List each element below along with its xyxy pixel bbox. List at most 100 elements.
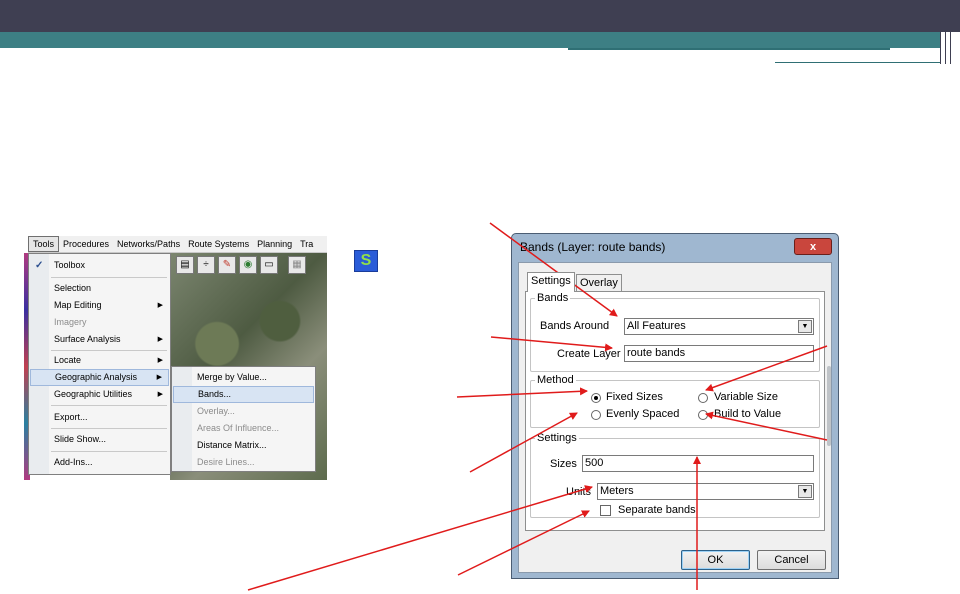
dialog-body: Settings Overlay Bands Bands Around All … [518, 262, 832, 573]
menu-item-label: Geographic Analysis [55, 372, 138, 382]
menu-item-label: Add-Ins... [54, 457, 93, 467]
menu-item-slide-show[interactable]: Slide Show... [30, 431, 169, 448]
cancel-button[interactable]: Cancel [757, 550, 826, 570]
radio-build-to-value[interactable] [698, 410, 708, 420]
bands-around-value: All Features [627, 320, 686, 332]
menu-item-label: Merge by Value... [197, 372, 267, 382]
menu-planning[interactable]: Planning [253, 236, 296, 252]
radio-fixed-sizes[interactable] [591, 393, 601, 403]
menu-item-label: Surface Analysis [54, 334, 121, 344]
fraction-icon[interactable]: ÷ [197, 256, 215, 274]
menu-item-geographic-utilities[interactable]: Geographic Utilities ▶ [30, 386, 169, 403]
bands-around-label: Bands Around [540, 320, 610, 332]
menu-procedures[interactable]: Procedures [59, 236, 113, 252]
variable-size-label: Variable Size [714, 391, 778, 403]
menu-separator [51, 277, 167, 278]
pencil-icon[interactable]: ✎ [218, 256, 236, 274]
bands-tool-icon[interactable]: S [354, 250, 378, 272]
menu-item-label: Areas Of Influence... [197, 423, 280, 433]
separate-bands-label: Separate bands [618, 504, 696, 516]
ok-button[interactable]: OK [681, 550, 750, 570]
units-select[interactable]: Meters ▼ [597, 483, 814, 500]
submenu-arrow-icon: ▶ [156, 374, 162, 381]
separate-bands-checkbox[interactable] [600, 505, 611, 516]
tab-overlay[interactable]: Overlay [576, 274, 622, 291]
build-to-value-label: Build to Value [714, 408, 782, 420]
menu-separator [51, 405, 167, 406]
tab-settings[interactable]: Settings [527, 272, 575, 292]
rectangle-icon[interactable]: ▭ [260, 256, 278, 274]
table-icon[interactable]: ▤ [176, 256, 194, 274]
menu-networks-paths[interactable]: Networks/Paths [113, 236, 184, 252]
menu-item-merge-by-value[interactable]: Merge by Value... [173, 369, 314, 386]
globe-icon[interactable]: ◉ [239, 256, 257, 274]
menu-item-areas-of-influence: Areas Of Influence... [173, 420, 314, 437]
submenu-arrow-icon: ▶ [157, 357, 163, 364]
chevron-down-icon[interactable]: ▼ [798, 485, 812, 498]
menu-item-label: Export... [54, 412, 88, 422]
menu-item-label: Map Editing [54, 300, 102, 310]
menu-item-map-editing[interactable]: Map Editing ▶ [30, 297, 169, 314]
radio-evenly-spaced[interactable] [591, 410, 601, 420]
menu-tools[interactable]: Tools [28, 236, 60, 252]
header-decor-line [950, 0, 951, 64]
menu-item-label: Bands... [198, 389, 232, 399]
units-label: Units [566, 486, 592, 498]
menu-item-label: Desire Lines... [197, 457, 255, 467]
bands-group-legend: Bands [537, 292, 569, 304]
menu-route-systems[interactable]: Route Systems [184, 236, 253, 252]
radio-variable-size[interactable] [698, 393, 708, 403]
slide-header-bar [0, 0, 960, 32]
units-value: Meters [600, 485, 634, 497]
fixed-sizes-label: Fixed Sizes [606, 391, 663, 403]
create-layer-label: Create Layer [557, 348, 621, 360]
menu-item-desire-lines: Desire Lines... [173, 454, 314, 471]
tools-dropdown-menu: ✓ Toolbox Selection Map Editing ▶ Imagery … [28, 253, 171, 475]
bands-around-select[interactable]: All Features ▼ [624, 318, 814, 335]
submenu-arrow-icon: ▶ [157, 336, 163, 343]
dialog-title: Bands (Layer: route bands) [520, 240, 666, 254]
menu-item-label: Locate [54, 355, 82, 365]
menu-item-label: Selection [54, 283, 92, 293]
header-decor-line [940, 0, 941, 64]
geographic-analysis-submenu: Merge by Value... Bands... Overlay... Ar… [171, 366, 316, 472]
chevron-down-icon[interactable]: ▼ [798, 320, 812, 333]
menu-item-add-ins[interactable]: Add-Ins... [30, 454, 169, 471]
bands-dialog: Bands (Layer: route bands) x Settings Ov… [511, 233, 839, 579]
submenu-arrow-icon: ▶ [157, 391, 163, 398]
menu-item-label: Toolbox [54, 260, 86, 270]
submenu-arrow-icon: ▶ [157, 302, 163, 309]
create-layer-input[interactable]: route bands [624, 345, 814, 362]
sizes-input[interactable]: 500 [582, 455, 814, 472]
menu-item-export[interactable]: Export... [30, 409, 169, 426]
scrollbar-thumb[interactable] [827, 366, 831, 446]
app-menubar: Tools Procedures Networks/Paths Route Syste… [28, 236, 327, 253]
menu-item-distance-matrix[interactable]: Distance Matrix... [173, 437, 314, 454]
evenly-spaced-label: Evenly Spaced [606, 408, 680, 420]
check-icon: ✓ [35, 260, 44, 271]
menu-item-label: Imagery [54, 317, 87, 327]
header-decor-line [568, 48, 890, 50]
menu-separator [51, 428, 167, 429]
method-group-legend: Method [537, 374, 574, 386]
menu-item-label: Distance Matrix... [197, 440, 267, 450]
menu-item-imagery: Imagery [30, 314, 169, 331]
menu-separator [51, 451, 167, 452]
menu-item-bands[interactable]: Bands... [173, 386, 314, 403]
menu-item-selection[interactable]: Selection [30, 280, 169, 297]
menu-item-toolbox[interactable]: ✓ Toolbox [30, 257, 169, 274]
menu-item-overlay: Overlay... [173, 403, 314, 420]
menu-item-surface-analysis[interactable]: Surface Analysis ▶ [30, 331, 169, 348]
header-decor-line [775, 62, 940, 63]
map-icon[interactable]: ▦ [288, 256, 306, 274]
header-decor-line [945, 0, 946, 64]
menu-item-label: Slide Show... [54, 434, 107, 444]
sizes-label: Sizes [550, 458, 577, 470]
dialog-titlebar[interactable]: Bands (Layer: route bands) x [512, 234, 838, 262]
menu-item-geographic-analysis[interactable]: Geographic Analysis ▶ [30, 369, 169, 386]
menu-separator [51, 350, 167, 351]
menu-item-label: Geographic Utilities [54, 389, 133, 399]
close-button[interactable]: x [794, 238, 832, 255]
menu-tra[interactable]: Tra [296, 236, 317, 252]
menu-item-locate[interactable]: Locate ▶ [30, 352, 169, 369]
